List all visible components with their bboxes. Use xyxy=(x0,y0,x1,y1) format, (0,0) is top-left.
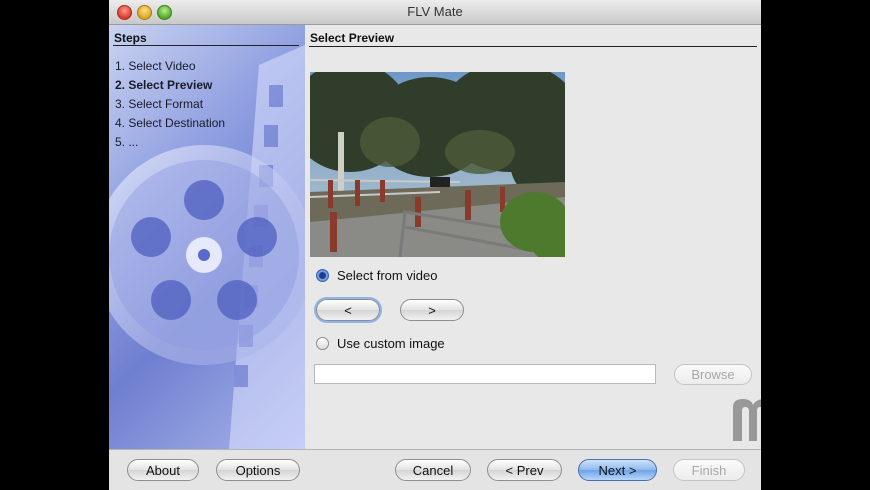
title-bar: FLV Mate xyxy=(109,0,761,25)
page-title: Select Preview xyxy=(310,31,395,45)
options-button[interactable]: Options xyxy=(216,459,300,481)
app-window: FLV Mate Steps 1. Select Video 2. Select… xyxy=(109,0,761,490)
steps-heading: Steps xyxy=(114,31,147,45)
previous-frame-button[interactable]: < xyxy=(316,299,380,321)
mu-watermark-logo xyxy=(733,399,761,441)
video-preview-image xyxy=(310,72,565,257)
steps-divider xyxy=(113,45,299,46)
use-custom-image-label: Use custom image xyxy=(337,335,445,351)
select-from-video-label: Select from video xyxy=(337,267,438,283)
browse-button[interactable]: Browse xyxy=(674,364,752,385)
use-custom-image-option[interactable]: Use custom image xyxy=(316,334,445,352)
about-button[interactable]: About xyxy=(127,459,199,481)
step-select-video: 1. Select Video xyxy=(115,59,196,73)
select-from-video-radio[interactable] xyxy=(316,268,329,282)
next-frame-button[interactable]: > xyxy=(400,299,464,321)
cancel-button[interactable]: Cancel xyxy=(395,459,471,481)
next-step-button[interactable]: Next > xyxy=(578,459,657,481)
step-select-format: 3. Select Format xyxy=(115,97,204,111)
step-more: 5. ... xyxy=(115,135,139,149)
custom-image-path-field[interactable] xyxy=(314,364,656,384)
step-select-preview: 2. Select Preview xyxy=(115,78,213,92)
footer-button-bar: About Options Cancel < Prev Next > Finis… xyxy=(109,449,761,490)
finish-button[interactable]: Finish xyxy=(673,459,745,481)
steps-sidebar: Steps 1. Select Video 2. Select Preview … xyxy=(109,25,305,449)
title-divider xyxy=(309,46,757,47)
step-select-destination: 4. Select Destination xyxy=(115,116,226,130)
use-custom-image-radio[interactable] xyxy=(316,336,329,350)
window-title: FLV Mate xyxy=(407,4,463,19)
select-from-video-option[interactable]: Select from video xyxy=(316,266,437,284)
prev-step-button[interactable]: < Prev xyxy=(487,459,562,481)
